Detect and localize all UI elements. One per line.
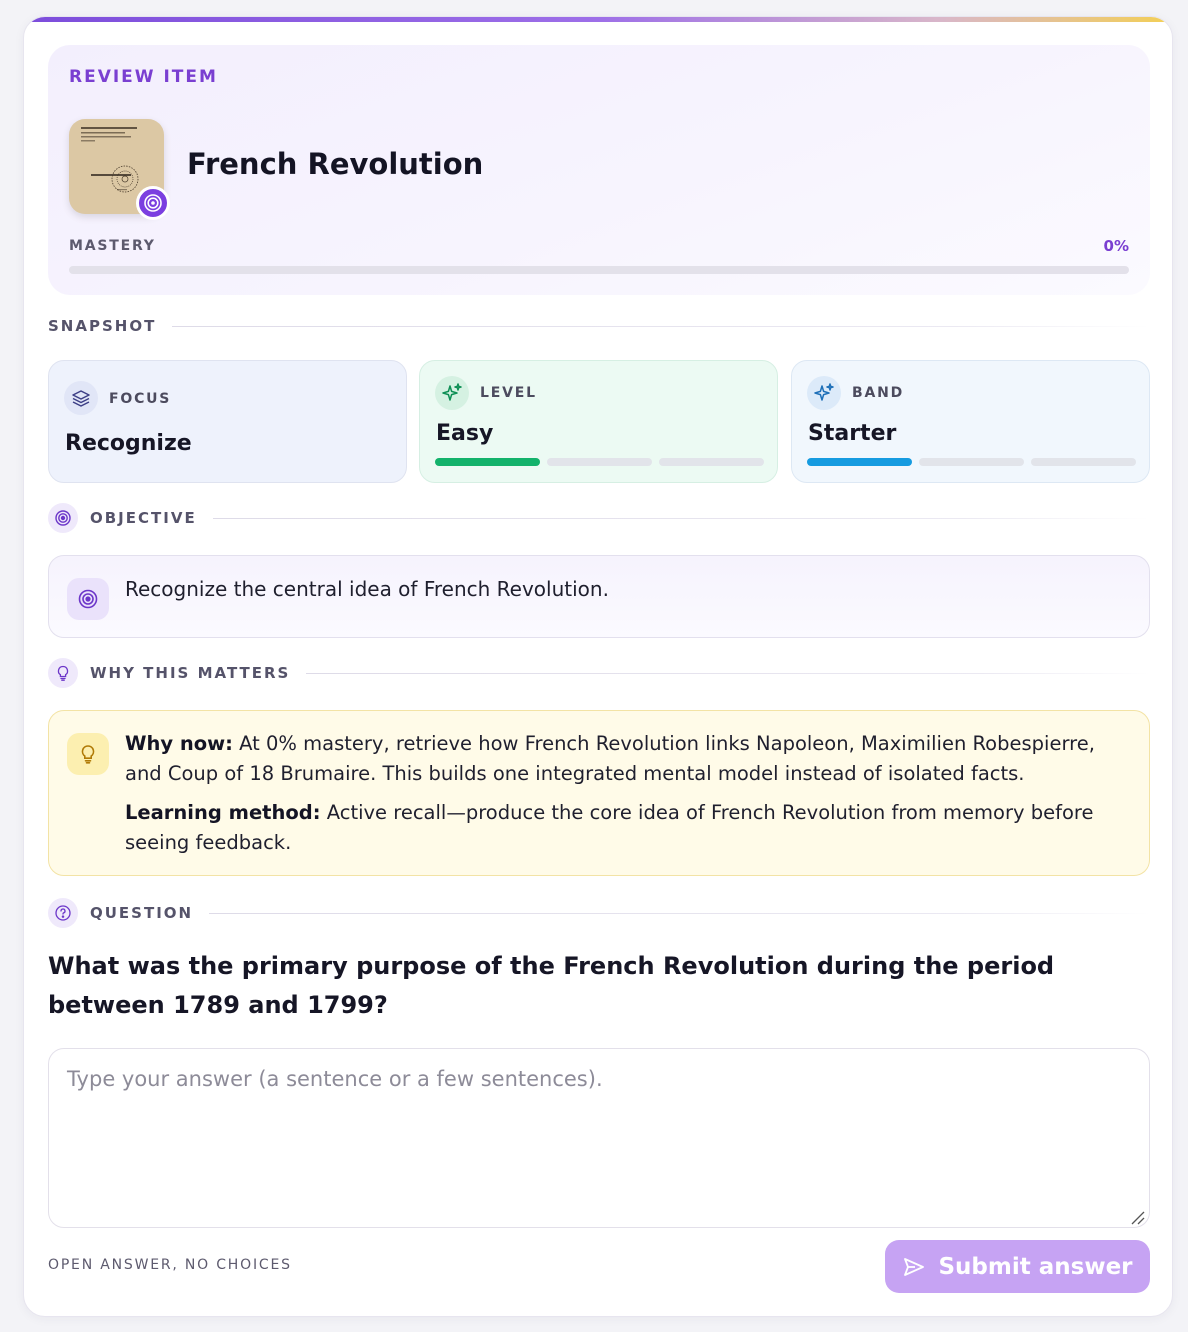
objective-box: Recognize the central idea of French Rev… (48, 555, 1150, 638)
mastery-progress-bar (69, 266, 1129, 274)
why-now-paragraph: Why now: At 0% mastery, retrieve how Fre… (125, 729, 1125, 789)
answer-format-note: OPEN ANSWER, NO CHOICES (48, 1257, 292, 1273)
divider (172, 325, 1150, 327)
accent-stripe (24, 17, 1172, 22)
why-label: WHY THIS MATTERS (90, 664, 291, 682)
band-label: BAND (852, 385, 905, 401)
why-now-label: Why now: (125, 732, 233, 755)
level-segment (659, 458, 764, 466)
why-now-text: At 0% mastery, retrieve how French Revol… (125, 732, 1095, 785)
band-segment (1031, 458, 1136, 466)
topic-title: French Revolution (187, 147, 484, 181)
objective-section-header: OBJECTIVE (48, 503, 1150, 533)
eyebrow-label: REVIEW ITEM (69, 67, 218, 87)
band-value: Starter (808, 421, 897, 446)
why-section-header: WHY THIS MATTERS (48, 658, 1150, 688)
band-meter (807, 458, 1136, 466)
objective-label: OBJECTIVE (90, 509, 197, 527)
snapshot-section-header: SNAPSHOT (48, 317, 1150, 335)
answer-textarea[interactable] (48, 1048, 1150, 1228)
learning-method-paragraph: Learning method: Active recall—produce t… (125, 798, 1125, 858)
focus-value: Recognize (65, 431, 192, 456)
sparkle-icon (807, 376, 841, 410)
level-segment (435, 458, 540, 466)
mastery-label: MASTERY (69, 238, 156, 254)
divider (212, 517, 1150, 519)
lightbulb-icon (67, 733, 109, 775)
question-prompt: What was the primary purpose of the Fren… (48, 952, 1055, 1019)
layers-icon (64, 381, 98, 415)
sparkle-icon (435, 376, 469, 410)
question-circle-icon (48, 898, 78, 928)
review-header: REVIEW ITEM French Revolution MASTERY 0% (48, 45, 1150, 295)
mastery-value: 0% (1103, 237, 1129, 255)
snapshot-label: SNAPSHOT (48, 317, 157, 335)
divider (209, 912, 1150, 914)
target-icon (67, 578, 109, 620)
resize-grip-icon[interactable] (1129, 1209, 1145, 1225)
level-meter (435, 458, 764, 466)
level-card: LEVEL Easy (419, 360, 778, 483)
band-segment (919, 458, 1024, 466)
topic-thumbnail (69, 119, 170, 220)
band-card: BAND Starter (791, 360, 1150, 483)
submit-answer-button[interactable]: Submit answer (885, 1240, 1150, 1293)
lightbulb-icon (48, 658, 78, 688)
submit-answer-label: Submit answer (938, 1253, 1133, 1280)
question-section-header: QUESTION (48, 898, 1150, 928)
target-icon (48, 503, 78, 533)
level-label: LEVEL (480, 385, 537, 401)
level-value: Easy (436, 421, 494, 446)
send-icon (902, 1255, 926, 1279)
learning-method-label: Learning method: (125, 801, 321, 824)
target-badge-icon (136, 186, 170, 220)
question-label: QUESTION (90, 904, 194, 922)
level-segment (547, 458, 652, 466)
band-segment (807, 458, 912, 466)
focus-label: FOCUS (109, 391, 172, 407)
objective-text: Recognize the central idea of French Rev… (125, 577, 609, 601)
review-card: REVIEW ITEM French Revolution MASTERY 0%… (23, 16, 1173, 1317)
why-box: Why now: At 0% mastery, retrieve how Fre… (48, 710, 1150, 876)
divider (306, 672, 1150, 674)
focus-card: FOCUS Recognize (48, 360, 407, 483)
